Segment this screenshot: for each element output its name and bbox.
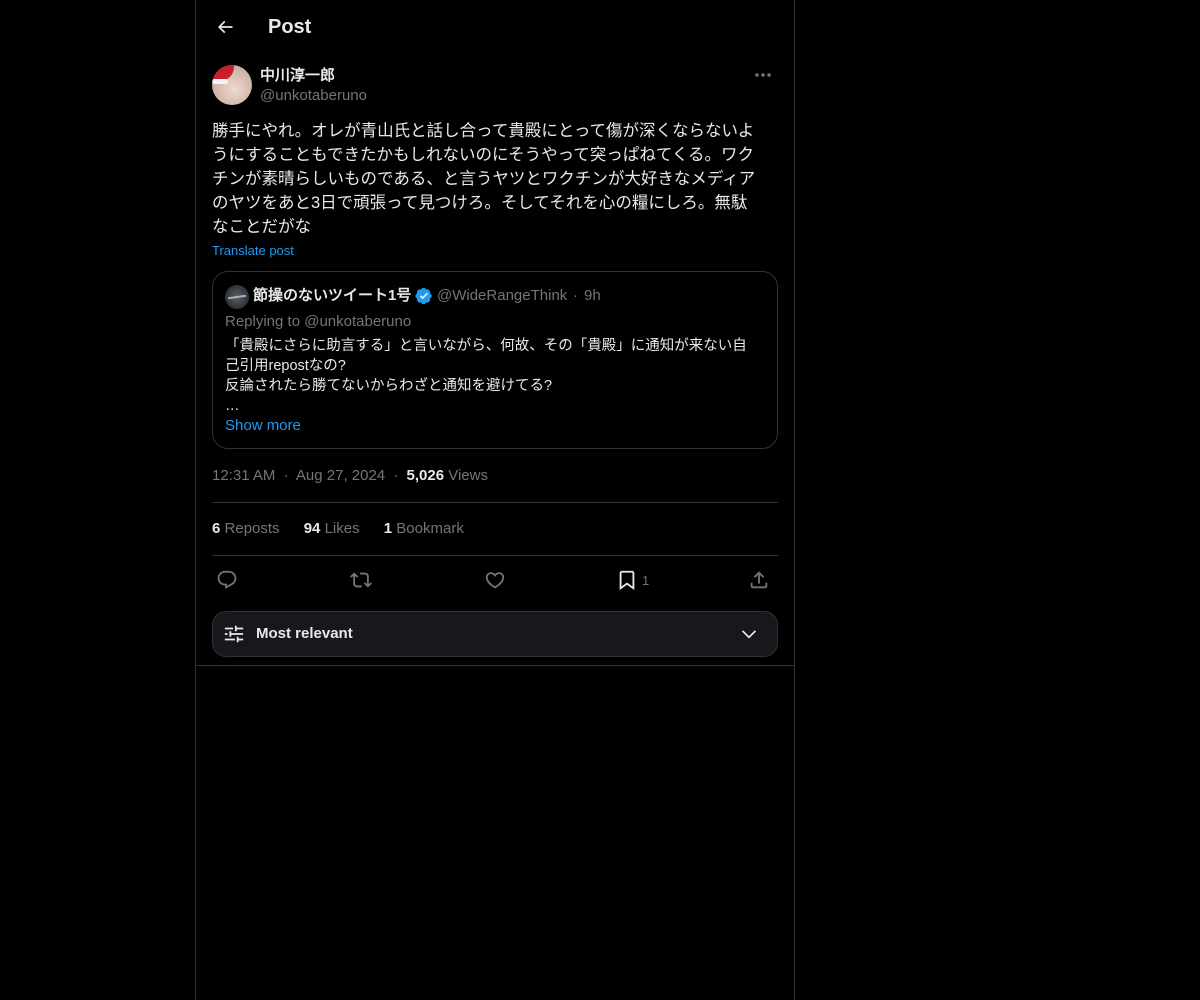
bookmarks-count: 1: [383, 520, 393, 537]
reply-icon: [217, 570, 237, 589]
like-icon: [485, 572, 505, 589]
repost-button[interactable]: [350, 566, 372, 594]
translate-post-link[interactable]: Translate post: [212, 242, 294, 260]
separator-dot: ·: [283, 467, 289, 484]
show-more-link[interactable]: Show more: [225, 416, 301, 436]
sliders-icon: [224, 625, 244, 643]
page-header: Post: [196, 0, 794, 53]
share-button[interactable]: [748, 566, 770, 594]
replies-sort-dropdown[interactable]: Most relevant: [212, 611, 778, 657]
post-author: 中川淳一郎 @unkotaberuno: [212, 65, 778, 105]
quoted-author-display-name: 節操のないツイート1号: [253, 287, 412, 304]
bookmarks-label: Bookmark: [396, 520, 464, 537]
bookmark-icon: [619, 570, 635, 591]
divider: [212, 502, 778, 503]
verified-badge-icon: [415, 287, 432, 305]
reposts-label: Reposts: [224, 520, 280, 537]
more-options-button[interactable]: [748, 65, 778, 85]
author-display-name[interactable]: 中川淳一郎: [260, 66, 335, 86]
post-timestamp: 12:31 AM · Aug 27, 2024 · 5,026 Views: [212, 466, 488, 486]
back-button[interactable]: [208, 10, 242, 44]
views-count: 5,026: [406, 467, 445, 484]
reply-button[interactable]: [216, 566, 238, 594]
santa-hat-trim: [212, 79, 228, 84]
more-dots-icon: [755, 73, 771, 77]
divider: [196, 665, 794, 666]
bookmarks-stat[interactable]: 1 Bookmark: [384, 519, 464, 539]
quoted-post-time[interactable]: 9h: [584, 286, 601, 306]
divider: [212, 555, 778, 556]
post-date[interactable]: Aug 27, 2024: [296, 467, 385, 484]
author-handle[interactable]: @unkotaberuno: [260, 86, 367, 106]
post-actions: 1: [212, 566, 778, 594]
quoted-post-text: 「貴殿にさらに助言する」と言いながら、何故、その「貴殿」に通知が来ない自 己引用…: [225, 338, 747, 414]
post-stats: 6 Reposts 94 Likes 1 Bookmark: [212, 519, 484, 539]
post-time[interactable]: 12:31 AM: [212, 467, 275, 484]
views-label: Views: [448, 467, 488, 484]
back-arrow-icon: [217, 20, 233, 34]
author-avatar[interactable]: [212, 65, 252, 105]
chevron-down-icon: [741, 630, 757, 639]
reposts-count: 6: [212, 520, 221, 537]
likes-label: Likes: [324, 520, 360, 537]
page-title: Post: [268, 16, 312, 38]
share-icon: [750, 571, 768, 589]
likes-stat[interactable]: 94 Likes: [304, 519, 360, 539]
avatar-detail: [227, 294, 247, 300]
sort-label: Most relevant: [256, 625, 353, 642]
quoted-author-handle: @WideRangeThink: [437, 287, 568, 304]
separator-dot: ·: [393, 467, 399, 484]
replying-to-text: Replying to @unkotaberuno: [225, 313, 412, 330]
reposts-stat[interactable]: 6 Reposts: [212, 519, 280, 539]
bookmark-count: 1: [642, 572, 650, 588]
main-column: Post 中川淳一郎 @unkotaberuno 勝手にやれ。オレが青山氏と話し…: [195, 0, 795, 1000]
quoted-author-avatar: [225, 285, 249, 309]
separator-dot: ·: [573, 287, 578, 304]
post-text: 勝手にやれ。オレが青山氏と話し合って貴殿にとって傷が深くならないよ うにすること…: [212, 122, 756, 236]
like-button[interactable]: [484, 566, 506, 594]
repost-icon: [350, 572, 372, 588]
quoted-post[interactable]: 節操のないツイート1号 @WideRangeThink · 9h Replyin…: [212, 271, 778, 449]
likes-count: 94: [303, 520, 321, 537]
bookmark-button[interactable]: 1: [616, 566, 649, 594]
